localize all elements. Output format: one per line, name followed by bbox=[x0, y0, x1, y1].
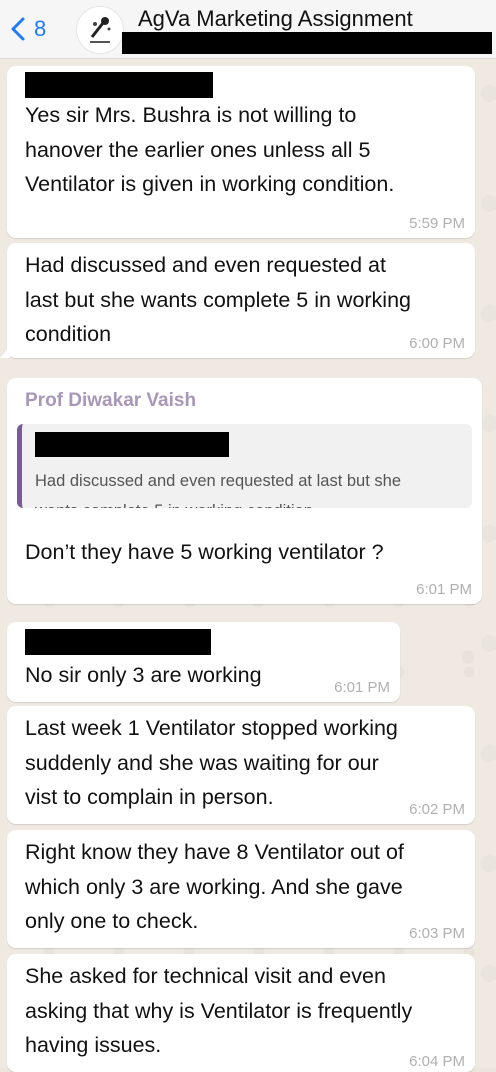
group-avatar[interactable] bbox=[76, 6, 124, 54]
message-bubble[interactable]: Last week 1 Ventilator stopped working s… bbox=[7, 706, 475, 824]
bubble-tail bbox=[0, 346, 10, 358]
message-text: Yes sir Mrs. Bushra is not willing to ha… bbox=[25, 103, 395, 196]
chat-title[interactable]: AgVa Marketing Assignment bbox=[138, 6, 413, 32]
message-bubble[interactable]: She asked for technical visit and even a… bbox=[7, 954, 475, 1072]
message-bubble[interactable]: Had discussed and even requested at last… bbox=[0, 243, 475, 358]
message-text: Don’t they have 5 working ventilator ? bbox=[25, 540, 384, 564]
message-time: 6:03 PM bbox=[409, 925, 465, 942]
message-time: 6:01 PM bbox=[334, 679, 390, 696]
message-bubble[interactable]: Yes sir Mrs. Bushra is not willing to ha… bbox=[7, 66, 475, 238]
back-button[interactable]: 8 bbox=[4, 14, 46, 44]
redacted-sender bbox=[25, 629, 211, 655]
chevron-left-icon bbox=[11, 17, 25, 41]
message-text: Had discussed and even requested at last… bbox=[25, 253, 412, 346]
message-time: 6:04 PM bbox=[409, 1053, 465, 1070]
message-time: 6:01 PM bbox=[416, 581, 472, 598]
message-time: 6:00 PM bbox=[409, 335, 465, 352]
redacted-participants bbox=[122, 32, 492, 54]
quoted-text: Had discussed and even requested at last… bbox=[35, 472, 401, 508]
chat-header: 8 AgVa Marketing Assignment bbox=[0, 0, 496, 59]
message-text: Last week 1 Ventilator stopped working s… bbox=[25, 716, 398, 809]
message-text: Right know they have 8 Ventilator out of… bbox=[25, 840, 404, 933]
message-time: 5:59 PM bbox=[409, 215, 465, 232]
message-bubble[interactable]: Prof Diwakar Vaish Had discussed and eve… bbox=[7, 378, 482, 604]
quoted-message[interactable]: Had discussed and even requested at last… bbox=[17, 424, 472, 508]
redacted-sender bbox=[25, 72, 213, 98]
sender-name[interactable]: Prof Diwakar Vaish bbox=[25, 390, 196, 412]
message-bubble[interactable]: Right know they have 8 Ventilator out of… bbox=[7, 830, 475, 948]
unread-count: 8 bbox=[34, 16, 47, 41]
message-bubble[interactable]: No sir only 3 are working 6:01 PM bbox=[7, 622, 400, 702]
redacted-quoted-sender bbox=[35, 432, 229, 457]
message-text: She asked for technical visit and even a… bbox=[25, 964, 413, 1057]
message-time: 6:02 PM bbox=[409, 801, 465, 818]
group-logo-icon bbox=[77, 7, 123, 53]
